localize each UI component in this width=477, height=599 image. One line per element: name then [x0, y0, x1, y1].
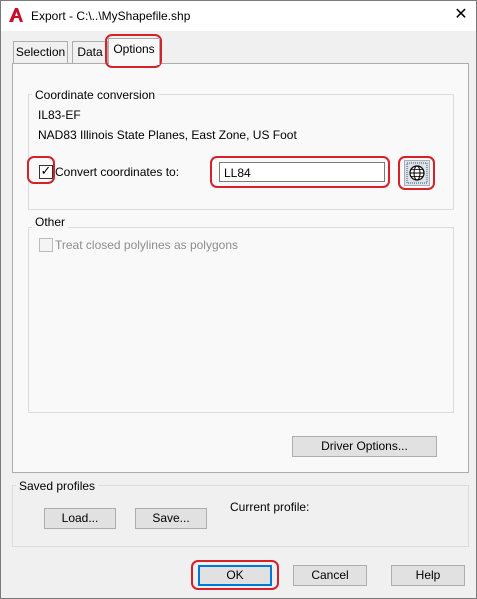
other-label: Other: [32, 215, 69, 229]
driver-options-button[interactable]: Driver Options...: [292, 436, 437, 457]
globe-icon: [406, 162, 428, 184]
load-profile-button[interactable]: Load...: [44, 508, 116, 529]
checkmark-icon: ✓: [40, 163, 52, 178]
convert-coordinates-label: Convert coordinates to:: [55, 165, 180, 179]
close-icon[interactable]: ✕: [450, 5, 472, 25]
cancel-button[interactable]: Cancel: [293, 565, 367, 586]
browse-coordinate-system-button[interactable]: [404, 160, 430, 186]
tab-options[interactable]: Options: [108, 38, 160, 65]
help-button[interactable]: Help: [391, 565, 465, 586]
export-dialog: Export - C:\..\MyShapefile.shp ✕ Selecti…: [0, 0, 477, 599]
coordinate-conversion-label: Coordinate conversion: [32, 88, 159, 102]
current-profile-label: Current profile:: [230, 500, 310, 514]
window-title: Export - C:\..\MyShapefile.shp: [31, 9, 191, 23]
source-description-text: NAD83 Illinois State Planes, East Zone, …: [38, 128, 297, 142]
coordinate-conversion-group: [28, 94, 454, 210]
other-group: [28, 227, 454, 413]
source-code-text: IL83-EF: [38, 108, 81, 122]
tab-data[interactable]: Data: [72, 41, 108, 64]
tab-selection[interactable]: Selection: [13, 41, 68, 64]
treat-polylines-checkbox[interactable]: [39, 238, 53, 252]
target-coordinate-system-field[interactable]: LL84: [219, 162, 385, 182]
autocad-logo-icon: [9, 8, 23, 22]
saved-profiles-label: Saved profiles: [16, 479, 99, 493]
ok-button[interactable]: OK: [198, 565, 272, 586]
title-bar: Export - C:\..\MyShapefile.shp ✕: [1, 1, 476, 31]
save-profile-button[interactable]: Save...: [135, 508, 207, 529]
convert-coordinates-checkbox[interactable]: ✓: [39, 163, 53, 179]
treat-polylines-label: Treat closed polylines as polygons: [55, 238, 238, 252]
options-panel: Coordinate conversion IL83-EF NAD83 Illi…: [12, 63, 469, 473]
